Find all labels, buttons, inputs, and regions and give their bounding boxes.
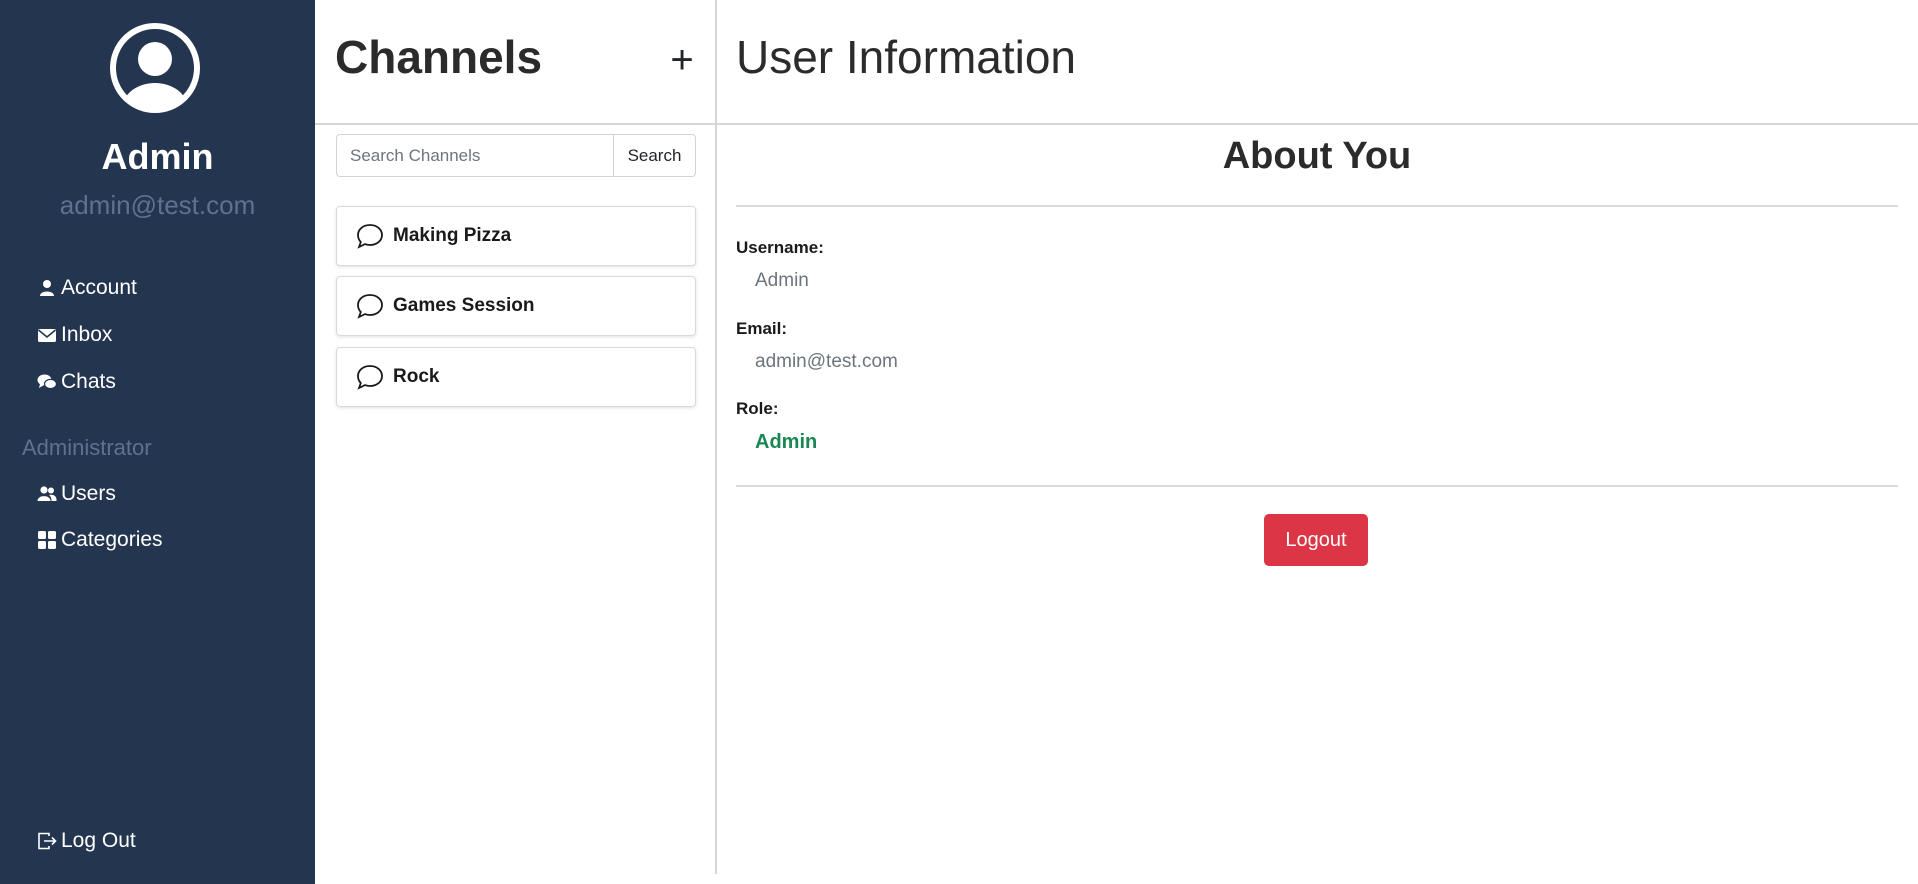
sidebar-item-account[interactable]: Account [36, 276, 137, 300]
sidebar-item-label: Categories [61, 528, 163, 551]
channel-item-making-pizza[interactable]: Making Pizza [336, 206, 696, 266]
sidebar-logout[interactable]: Log Out [36, 829, 136, 853]
page-title: User Information [736, 31, 1077, 83]
role-label: Role: [736, 399, 779, 418]
role-value: Admin [755, 431, 818, 453]
sidebar-item-categories[interactable]: Categories [36, 528, 163, 552]
search-input[interactable] [336, 134, 613, 177]
section-title: About You [1222, 135, 1412, 177]
channel-label: Rock [393, 366, 440, 387]
sidebar-item-label: Chats [61, 370, 116, 393]
box-arrow-right-icon [36, 831, 57, 852]
chat-bubbles-icon [36, 372, 57, 393]
avatar-icon [108, 21, 202, 115]
column-divider [715, 0, 717, 874]
logout-button[interactable]: Logout [1264, 514, 1368, 566]
search-button[interactable]: Search [613, 134, 696, 177]
channels-title: Channels [335, 31, 543, 83]
sidebar-item-chats[interactable]: Chats [36, 370, 116, 394]
channel-item-games-session[interactable]: Games Session [336, 276, 696, 336]
sidebar-section-title: Administrator [22, 435, 152, 460]
people-icon [36, 484, 57, 505]
sidebar-item-label: Account [61, 276, 137, 299]
grid-icon [36, 530, 57, 551]
sidebar-user-name: Admin [101, 136, 214, 177]
divider [736, 485, 1898, 487]
sidebar-item-inbox[interactable]: Inbox [36, 323, 112, 347]
sidebar-item-label: Inbox [61, 323, 113, 346]
channel-label: Games Session [393, 295, 535, 316]
add-channel-button[interactable]: + [666, 40, 698, 80]
channel-label: Making Pizza [393, 225, 512, 246]
sidebar-item-label: Users [61, 482, 116, 505]
email-label: Email: [736, 319, 788, 338]
header-divider [315, 123, 1918, 125]
sidebar-user-email: admin@test.com [59, 190, 256, 220]
person-icon [36, 278, 57, 299]
chat-icon [355, 362, 385, 392]
channel-search: Search [336, 134, 696, 177]
chat-icon [355, 291, 385, 321]
chat-icon [355, 221, 385, 251]
plus-icon: + [670, 38, 694, 82]
username-label: Username: [736, 238, 824, 257]
channel-item-rock[interactable]: Rock [336, 347, 696, 407]
sidebar-item-users[interactable]: Users [36, 482, 116, 506]
username-value: Admin [755, 270, 809, 291]
email-value: admin@test.com [755, 351, 898, 372]
divider [736, 205, 1898, 207]
envelope-icon [36, 325, 57, 346]
sidebar-logout-label: Log Out [61, 829, 136, 852]
sidebar: Admin admin@test.com Account Inbox Chats… [0, 0, 315, 884]
